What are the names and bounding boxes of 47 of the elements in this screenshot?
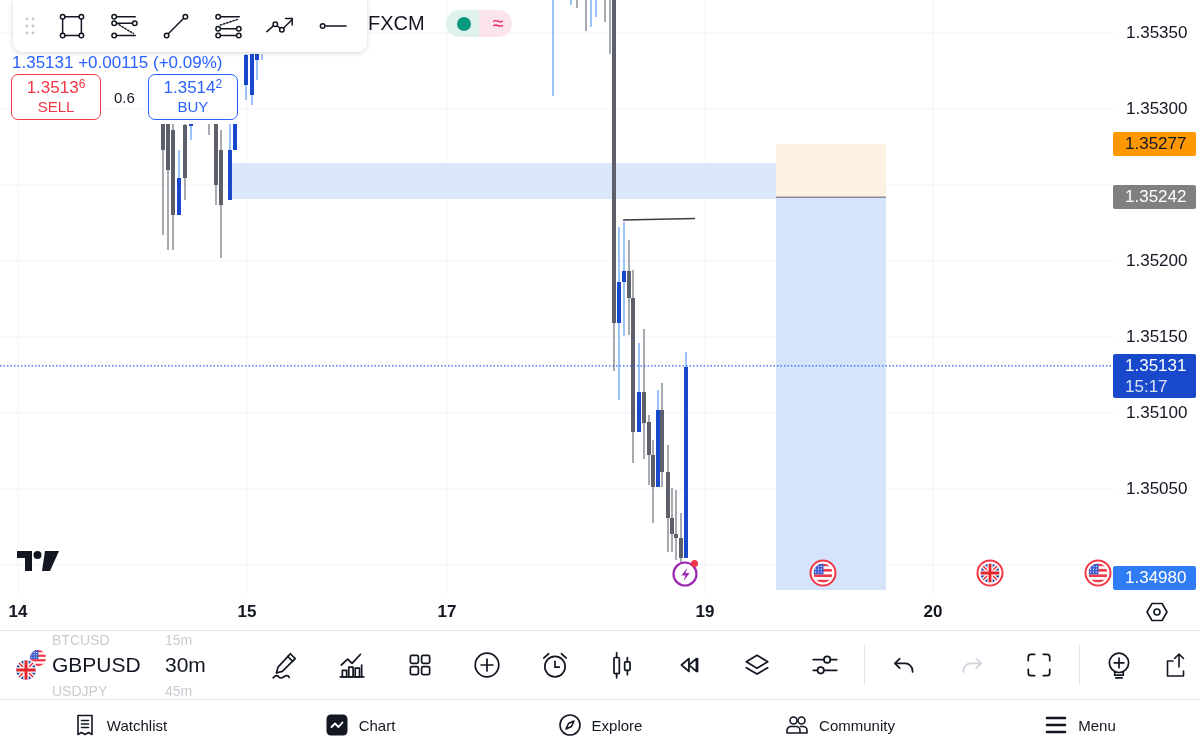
price-label: 1.35150 <box>1126 327 1188 347</box>
channel-icon[interactable] <box>109 11 139 41</box>
nav-tab[interactable]: Watchlist <box>0 700 240 750</box>
symbol-option[interactable]: GBPUSD 30m <box>14 648 251 682</box>
nav-tab[interactable]: Menu <box>960 700 1200 750</box>
last-price: 1.35131 <box>12 53 74 72</box>
exchange-name: FXCM <box>368 11 425 36</box>
date-label: 17 <box>436 602 458 622</box>
candle <box>189 123 193 141</box>
date-label: 14 <box>7 602 29 622</box>
price-label: 1.35100 <box>1126 403 1188 423</box>
price-change: +0.00115 (+0.09%) <box>78 53 223 72</box>
drawn-line[interactable] <box>622 217 696 221</box>
price-tag: 1.35131 15:17 <box>1113 353 1196 398</box>
nav-tab[interactable]: Community <box>720 700 960 750</box>
price-tag: 1.34980 <box>1113 566 1196 590</box>
uk-flag-icon[interactable] <box>976 559 1004 587</box>
price-label: 1.35050 <box>1126 479 1188 499</box>
rectangle-icon[interactable] <box>57 11 87 41</box>
date-label: 19 <box>694 602 716 622</box>
plus-circle-icon[interactable] <box>472 650 503 680</box>
logo-icon <box>17 551 59 571</box>
pair-flags-icon <box>14 648 48 682</box>
us-flag-icon[interactable] <box>1084 559 1112 587</box>
status-pill[interactable]: ≈ <box>445 10 512 37</box>
price-tag: 1.35242 <box>1113 185 1196 210</box>
indicator-chart-icon[interactable] <box>337 650 368 680</box>
price-tag: 1.35277 <box>1113 131 1196 156</box>
price-label: 1.35350 <box>1126 23 1188 43</box>
lightning-icon[interactable] <box>671 559 699 587</box>
nav-tab[interactable]: Explore <box>480 700 720 750</box>
spread-value: 0.6 <box>114 88 135 106</box>
buy-button[interactable]: 1.3514$^{2}$ BUY <box>147 74 238 120</box>
dotted-channel-icon[interactable] <box>213 11 243 41</box>
nav-tab[interactable]: Chart <box>240 700 480 750</box>
settings-icon[interactable] <box>1145 600 1169 624</box>
date-label: 15 <box>236 602 258 622</box>
price-label: 1.35200 <box>1126 251 1188 271</box>
candle <box>177 149 181 216</box>
date-label: 20 <box>922 602 944 622</box>
trend-line-icon[interactable] <box>161 11 191 41</box>
us-flag-icon[interactable] <box>809 559 837 587</box>
drag-handle-icon[interactable] <box>25 17 35 35</box>
sell-button[interactable]: 1.3513$^{6}$ SELL <box>11 74 101 120</box>
price-label: 1.35300 <box>1126 99 1188 119</box>
candle <box>244 53 248 101</box>
status-dot-icon <box>456 16 471 31</box>
